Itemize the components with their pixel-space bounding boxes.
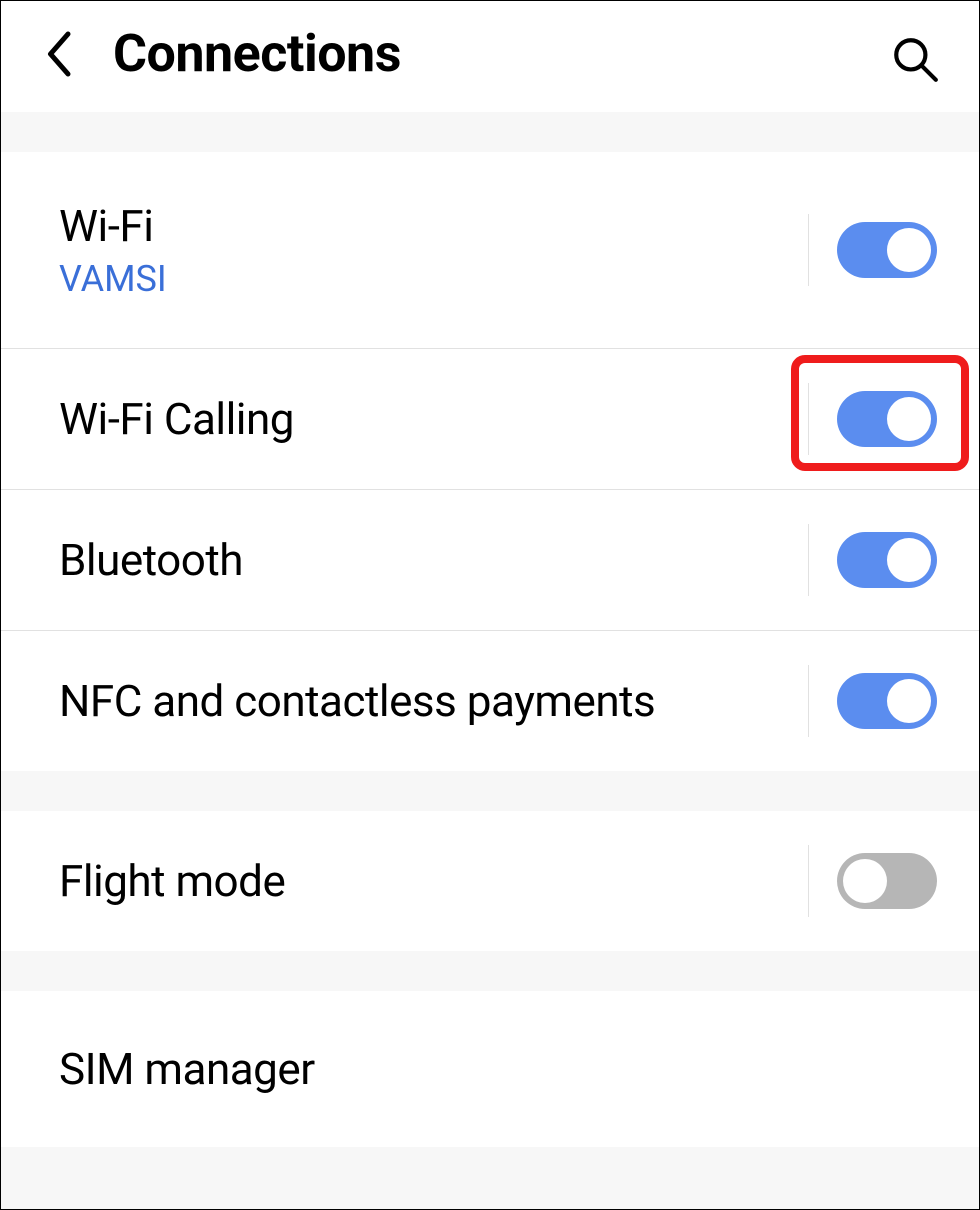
section-flight: Flight mode: [1, 811, 979, 951]
flight-mode-toggle[interactable]: [837, 853, 937, 909]
toggle-divider: [808, 845, 937, 917]
row-bluetooth[interactable]: Bluetooth: [1, 490, 979, 631]
bluetooth-label: Bluetooth: [59, 534, 808, 586]
toggle-divider: [808, 665, 937, 737]
toggle-knob: [843, 859, 887, 903]
chevron-left-icon: [42, 29, 74, 79]
header: Connections: [1, 1, 979, 112]
row-text: Flight mode: [59, 855, 808, 907]
row-text: SIM manager: [59, 1043, 937, 1095]
page-title: Connections: [113, 23, 401, 84]
row-sim-manager[interactable]: SIM manager: [1, 991, 979, 1147]
row-text: Wi-Fi Calling: [59, 393, 808, 445]
row-wifi[interactable]: Wi-Fi VAMSI: [1, 152, 979, 349]
toggle-knob: [887, 679, 931, 723]
toggle-knob: [887, 397, 931, 441]
wifi-label: Wi-Fi: [59, 200, 808, 252]
bluetooth-toggle[interactable]: [837, 532, 937, 588]
wifi-calling-label: Wi-Fi Calling: [59, 393, 808, 445]
sim-manager-label: SIM manager: [59, 1043, 937, 1095]
toggle-knob: [887, 538, 931, 582]
row-text: Bluetooth: [59, 534, 808, 586]
nfc-toggle[interactable]: [837, 673, 937, 729]
row-flight-mode[interactable]: Flight mode: [1, 811, 979, 951]
row-wifi-calling[interactable]: Wi-Fi Calling: [1, 349, 979, 490]
toggle-divider: [808, 524, 937, 596]
row-text: NFC and contactless payments: [59, 675, 808, 727]
toggle-knob: [887, 228, 931, 272]
row-nfc[interactable]: NFC and contactless payments: [1, 631, 979, 771]
wifi-network-name: VAMSI: [59, 258, 808, 300]
section-sim: SIM manager: [1, 991, 979, 1147]
search-button[interactable]: [887, 31, 943, 87]
row-text: Wi-Fi VAMSI: [59, 200, 808, 300]
toggle-divider: [808, 214, 937, 286]
search-icon: [890, 34, 940, 84]
flight-mode-label: Flight mode: [59, 855, 808, 907]
wifi-toggle[interactable]: [837, 222, 937, 278]
toggle-divider: [808, 383, 937, 455]
nfc-label: NFC and contactless payments: [59, 675, 808, 727]
section-connections: Wi-Fi VAMSI Wi-Fi Calling Bluetooth: [1, 152, 979, 771]
wifi-calling-toggle[interactable]: [837, 391, 937, 447]
back-button[interactable]: [33, 24, 83, 84]
